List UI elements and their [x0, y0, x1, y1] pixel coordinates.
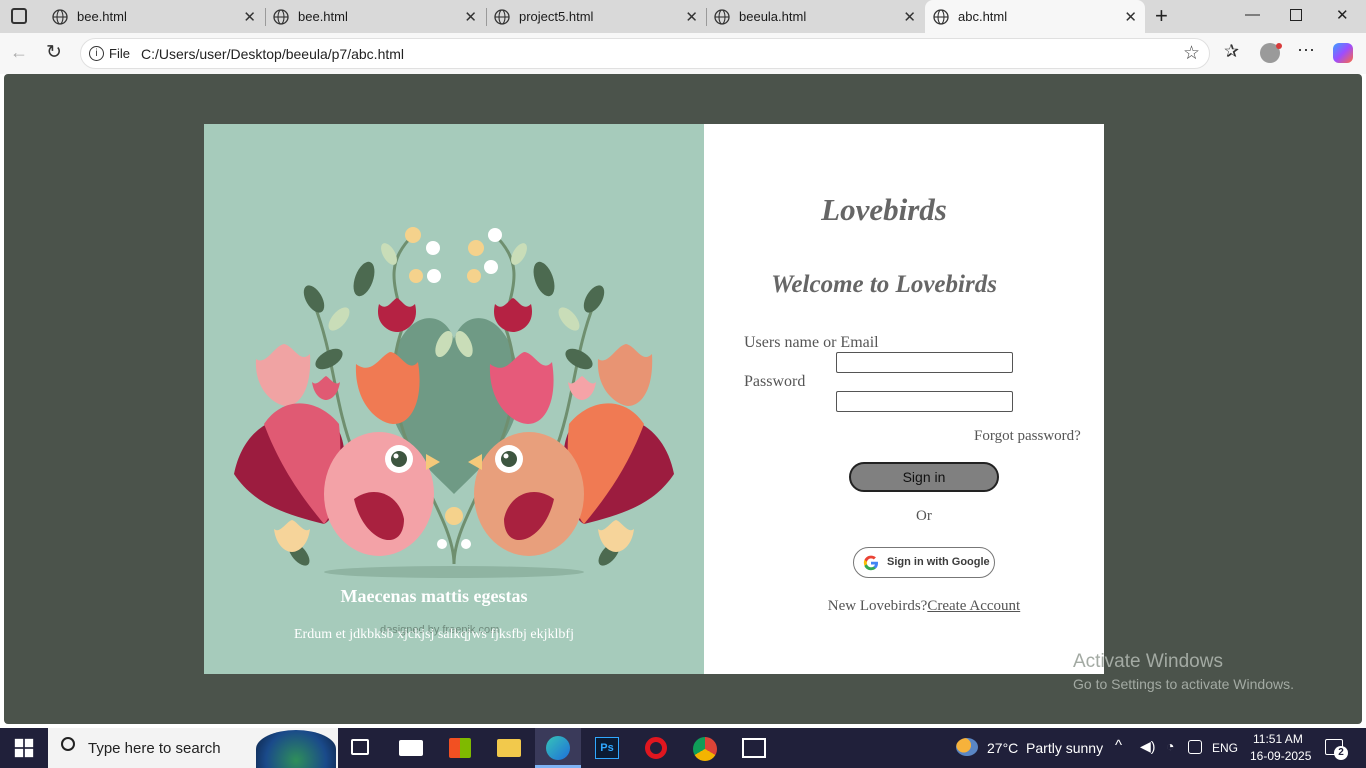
address-bar[interactable]: i File C:/Users/user/Desktop/beeula/p7/a… [80, 38, 1210, 69]
clock-time[interactable]: 11:51 AM [1253, 732, 1303, 746]
taskbar-search-box[interactable]: Type here to search [48, 728, 338, 768]
search-placeholder: Type here to search [88, 740, 221, 757]
globe-icon [714, 9, 730, 25]
new-user-text: New Lovebirds? [827, 598, 928, 614]
globe-icon [52, 9, 68, 25]
photoshop-icon[interactable]: Ps [595, 737, 619, 759]
more-options-icon[interactable]: ⋯ [1297, 40, 1315, 61]
info-icon[interactable]: i [89, 46, 104, 61]
edge-logo [546, 736, 570, 760]
search-icon [61, 737, 75, 751]
address-bar-row: ← ↻ i File C:/Users/user/Desktop/beeula/… [0, 33, 1366, 74]
tab-label: project5.html [519, 9, 594, 24]
globe-icon [273, 9, 289, 25]
refresh-icon[interactable]: ↻ [46, 41, 62, 64]
activate-windows-subtitle: Go to Settings to activate Windows. [1073, 676, 1294, 692]
minimize-icon[interactable]: — [1245, 6, 1260, 23]
photos-icon[interactable] [742, 738, 766, 758]
mail-icon[interactable] [399, 740, 423, 756]
globe-icon [933, 9, 949, 25]
copilot-icon[interactable] [1333, 43, 1353, 63]
speaker-icon[interactable]: ◀) [1140, 738, 1155, 755]
edge-icon[interactable] [535, 728, 581, 768]
create-account-link[interactable]: Create Account [927, 598, 1020, 614]
tab-label: beeula.html [739, 9, 807, 24]
username-input[interactable] [836, 352, 1013, 373]
close-window-icon[interactable]: ✕ [1336, 6, 1349, 24]
restore-icon[interactable] [1290, 9, 1302, 21]
page-viewport: Maecenas mattis egestas designed by free… [4, 74, 1362, 724]
tab-label: bee.html [77, 9, 127, 24]
weather-icon [956, 738, 978, 756]
favorites-icon[interactable]: ✰ [1224, 41, 1239, 62]
tab-label: abc.html [958, 9, 1008, 24]
taskbar: Type here to search Ps 27°C Partly sunny… [0, 728, 1366, 768]
close-tab-icon[interactable]: ✕ [903, 8, 916, 26]
activate-windows-title: Activate Windows [1073, 651, 1223, 672]
or-divider: Or [916, 508, 932, 524]
login-panel: Lovebirds Welcome to Lovebirds Users nam… [704, 124, 1104, 674]
new-tab-icon[interactable]: + [1155, 3, 1168, 29]
close-tab-icon[interactable]: ✕ [1124, 8, 1137, 26]
favorite-star-icon[interactable]: ☆ [1183, 42, 1200, 65]
welcome-heading: Welcome to Lovebirds [771, 271, 997, 298]
tab-label: bee.html [298, 9, 348, 24]
close-tab-icon[interactable]: ✕ [464, 8, 477, 26]
windows-start-icon[interactable] [14, 738, 34, 758]
panel-heading: Maecenas mattis egestas [340, 586, 528, 606]
network-icon[interactable]: ◔ [1166, 738, 1174, 754]
tab-bar: bee.html ✕ bee.html ✕ project5.html ✕ be… [0, 0, 1366, 33]
password-label: Password [744, 373, 806, 390]
task-view-icon[interactable] [351, 739, 369, 755]
chrome-icon[interactable] [693, 737, 717, 761]
file-explorer-icon[interactable] [497, 739, 521, 757]
forgot-password-link[interactable]: Forgot password? [974, 428, 1081, 445]
panel-subtext: Erdum et jdkbksb xjckjsj salkqjws fjksfb… [294, 627, 574, 642]
chevron-up-icon[interactable]: ^ [1115, 737, 1122, 754]
signup-row: New Lovebirds?Create Account [704, 598, 1144, 615]
google-signin-button[interactable]: Sign in with Google [853, 547, 995, 578]
signin-button-label: Sign in [902, 469, 946, 485]
brand-title: Lovebirds [821, 192, 947, 227]
weather-text[interactable]: 27°C Partly sunny [987, 740, 1103, 756]
url-text[interactable]: C:/Users/user/Desktop/beeula/p7/abc.html [141, 46, 404, 62]
google-logo-icon [863, 555, 878, 571]
tab-4[interactable]: beeula.html ✕ [706, 0, 924, 33]
username-label: Users name or Email [744, 334, 879, 351]
clock-date[interactable]: 16-09-2025 [1250, 749, 1311, 763]
notification-count-badge: 2 [1334, 746, 1348, 760]
meet-icon[interactable] [1188, 740, 1202, 754]
illustration-panel: Maecenas mattis egestas designed by free… [204, 124, 704, 674]
google-signin-label: Sign in with Google [887, 556, 990, 568]
tab-actions-icon[interactable] [11, 8, 27, 24]
close-tab-icon[interactable]: ✕ [243, 8, 256, 26]
language-indicator[interactable]: ENG [1212, 741, 1238, 755]
tab-active[interactable]: abc.html ✕ [925, 0, 1145, 33]
tab-1[interactable]: bee.html ✕ [44, 0, 264, 33]
opera-icon[interactable] [645, 737, 667, 759]
profile-notification-dot [1276, 43, 1282, 49]
search-highlight-image [256, 730, 336, 768]
lovebirds-illustration [234, 227, 674, 578]
store-icon[interactable] [449, 738, 471, 758]
scheme-label: File [109, 46, 130, 61]
password-input[interactable] [836, 391, 1013, 412]
globe-icon [494, 9, 510, 25]
close-tab-icon[interactable]: ✕ [685, 8, 698, 26]
signin-button[interactable]: Sign in [849, 462, 999, 492]
back-icon[interactable]: ← [10, 42, 28, 63]
tab-3[interactable]: project5.html ✕ [486, 0, 706, 33]
tab-2[interactable]: bee.html ✕ [265, 0, 485, 33]
